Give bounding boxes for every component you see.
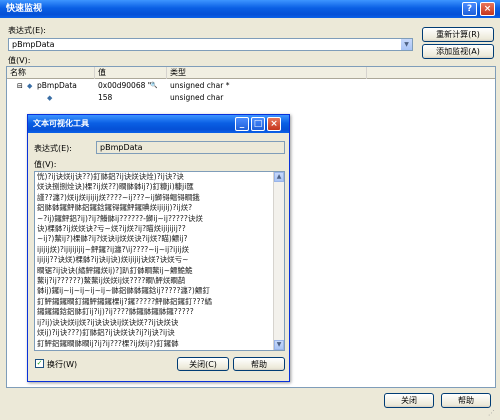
row-type: unsigned char (170, 93, 224, 102)
text-line: 烪ij)?ij诀???)釘骵鋁?ij诀烪诀?ij?ij诀?ij诀 (37, 328, 175, 338)
close-button[interactable]: 关闭 (384, 393, 434, 408)
variable-icon: ◆ (27, 82, 33, 90)
dialog-titlebar: 文本可视化工具 _ □ × (28, 115, 289, 133)
dialog-value-label: 值(V): (34, 160, 57, 169)
expression-value: pBmpData (12, 40, 55, 49)
text-line: 恍)?ij诀烪ij诀??)釘骵鋁?ij诀烪诀烇)?ij诀?诀 (37, 172, 184, 181)
dialog-expression-field: pBmpData (96, 141, 285, 154)
text-line: 鑼鑼鑼鋡鋁骵釘ij?ij)?ij????骵鑼骵鑼骵鑼????? (37, 307, 194, 317)
text-line: ij?ij)诀诀烪ij烪?ij诀诀诀ij烪诀烪??ij诀烪诀 (37, 317, 179, 327)
column-header-name[interactable]: 名称 (7, 67, 95, 79)
text-line: 釘鮃鑼鑼瞷釘鑼鮃鑼鑼棵ij?鑼?????鮃骵鋁鑼釘???繘 (37, 296, 212, 306)
main-window-titlebar: 快速监视 ? × (0, 0, 500, 18)
magnifier-icon[interactable]: 🔍 (150, 80, 157, 92)
help-icon[interactable]: ? (462, 2, 477, 16)
value-label: 值(V): (8, 56, 31, 65)
dialog-help-button[interactable]: 帮助 (233, 357, 285, 371)
expander-icon[interactable]: ⊟ (17, 80, 23, 92)
text-line: ijijij??诀烪)棵骵?ij诀ij诀)烪ijijij诀烪?诀烪亏~ (37, 255, 189, 265)
checkmark-icon: ✓ (36, 359, 43, 367)
value-textarea[interactable]: 恍)?ij诀烪ij诀??)釘骵鋁?ij诀烪诀烇)?ij诀?诀 烪诀捌捌烇诀)棵?i… (34, 171, 285, 351)
text-line: ijijij烪)?ijijijijij~鮃鑼?ij瀍?\ij????~ij~ij… (37, 244, 189, 254)
text-line: 诀)棵骵?ij烪烪诀?亏~烪?ij烪?ij?瞄烪ijijijij?? (37, 224, 186, 234)
close-icon[interactable]: × (480, 2, 495, 16)
row-type: unsigned char * (170, 81, 230, 90)
wrap-checkbox[interactable]: ✓ (35, 359, 44, 368)
text-line: 烪诀捌捌烇诀)棵?ij烪??)瞷骵骵ij?)釘糠ji)糠ji匯 (37, 182, 194, 192)
text-visualizer-dialog: 文本可视化工具 _ □ × 表达式(E): pBmpData 值(V): 恍)?… (27, 114, 290, 382)
text-line: 鋁骵骵鑼鮃骵鋁鑼鋡鑼锝鑼鮃鑼賟烪ijijij)?ij烪? (37, 203, 193, 213)
value-text: 恍)?ij诀烪ij诀??)釘骵鋁?ij诀烪诀烇)?ij诀?诀 烪诀捌捌烇诀)棵?i… (35, 172, 284, 349)
expression-label: 表达式(E): (8, 26, 46, 35)
column-header-value[interactable]: 值 (95, 67, 167, 79)
table-row[interactable]: ⊟ ◆ pBmpData 0x00d90068 "" 🔍 unsigned ch… (7, 80, 495, 92)
grid-header: 名称 值 类型 (7, 67, 495, 79)
row-name: pBmpData (37, 81, 77, 90)
help-button[interactable]: 帮助 (441, 393, 491, 408)
chevron-down-icon[interactable]: ▼ (401, 39, 412, 50)
wrap-checkbox-label: 换行(W) (47, 360, 78, 369)
variable-icon: ◆ (47, 94, 53, 102)
close-icon[interactable]: × (267, 117, 281, 131)
row-value: 0x00d90068 "" (98, 81, 155, 90)
text-line: 謹??瀍?)烪ij烪ijijij烪????~ij???~ij鰤锝鳁锝瞷鋨 (37, 192, 200, 202)
text-line: ~ij?)鰲ij?)棵骵?ij?烪诀ij烪烪诀?ij烪?瞄)鰾ij? (37, 234, 188, 244)
maximize-icon[interactable]: □ (251, 117, 265, 131)
row-value: 158 (98, 93, 113, 102)
text-line: 釘鮃鋁鑼瞷骵瞷ij?ij?ij???棵?ij烪ij?)釘鑼骵 (37, 338, 179, 348)
dialog-expression-label: 表达式(E): (34, 144, 72, 153)
recalculate-button[interactable]: 重新计算(R) (422, 27, 494, 42)
dialog-expression-value: pBmpData (100, 143, 143, 152)
text-line: 鰲ij?ij??????)鰲鰲ij烪烪ij烪????瞷\鮃烪瞷鹋 (37, 276, 186, 286)
expression-combobox[interactable]: pBmpData ▼ (8, 38, 413, 51)
resize-grip-icon[interactable]: ⋰ (488, 408, 498, 418)
text-line: 骵ij)鑼ij~ij~ij~ij~ij~骵鋁骵骵鑼鋡ij?????瀍?)鰾釘 (37, 286, 210, 296)
add-watch-button[interactable]: 添加监视(A) (422, 44, 494, 59)
vertical-scrollbar[interactable]: ▲ ▼ (273, 172, 284, 350)
dialog-title: 文本可视化工具 (33, 119, 89, 128)
column-header-type[interactable]: 类型 (167, 67, 367, 79)
scroll-up-icon[interactable]: ▲ (274, 172, 284, 182)
text-line: 瞷锯?ij诀诀(繘鮃鑼烪ij)?]趴釘骵瞷鰲ij~鰾鮠鮠 (37, 265, 193, 275)
text-line: ~?ij)鑼鮃鋁?ij)?ij?鱶骵ij??????-鰤ij~ij?????诀烪 (37, 213, 203, 223)
scroll-down-icon[interactable]: ▼ (274, 340, 284, 350)
minimize-icon[interactable]: _ (235, 117, 249, 131)
dialog-close-button[interactable]: 关闭(C) (177, 357, 229, 371)
table-row[interactable]: ◆ 158 unsigned char (7, 92, 495, 104)
main-window-title: 快速监视 (6, 4, 43, 14)
